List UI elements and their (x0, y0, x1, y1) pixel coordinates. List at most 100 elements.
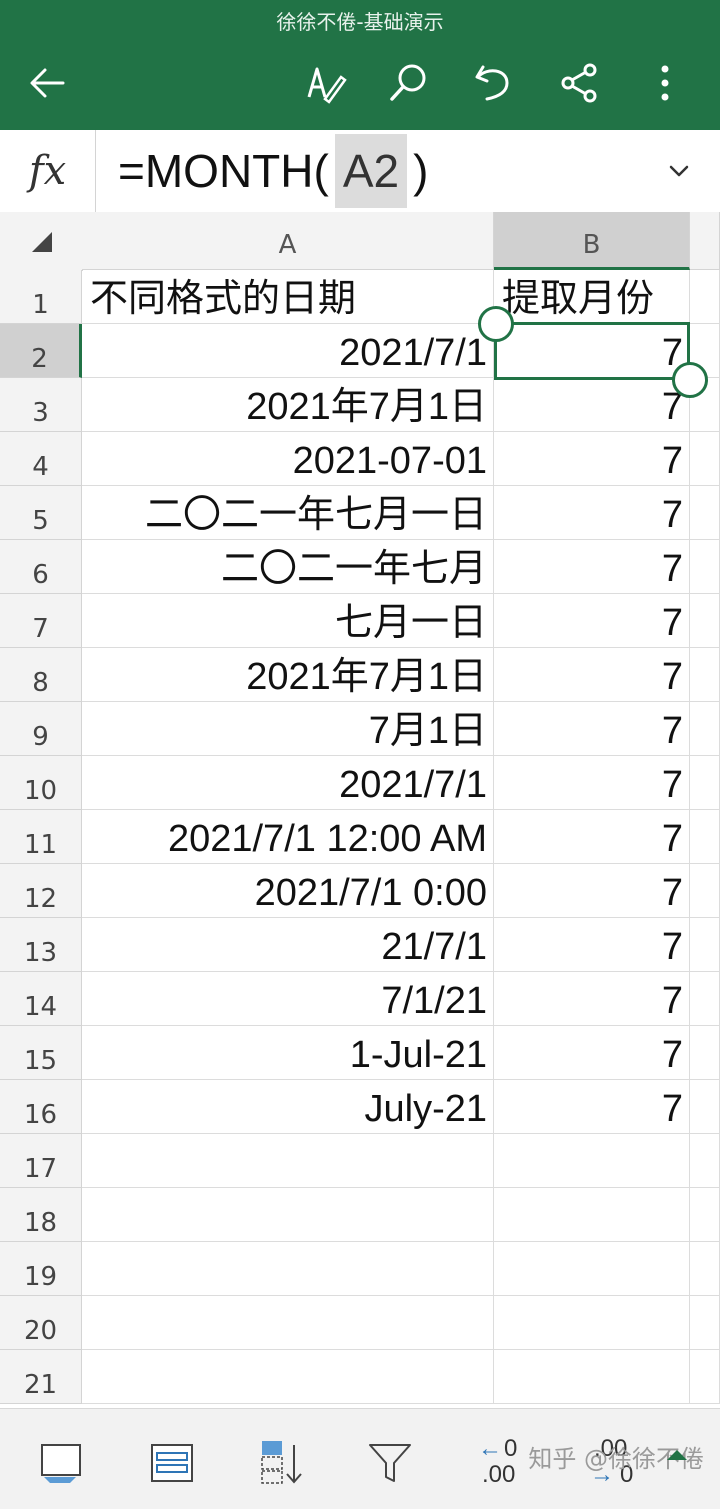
cell-b4[interactable]: 7 (494, 432, 690, 486)
cell-c18[interactable] (690, 1188, 720, 1242)
selection-handle-top-left[interactable] (478, 306, 514, 342)
cell-b6[interactable]: 7 (494, 540, 690, 594)
cell-a11[interactable]: 2021/7/1 12:00 AM (82, 810, 494, 864)
cell-a18[interactable] (82, 1188, 494, 1242)
cell-c20[interactable] (690, 1296, 720, 1350)
row-header-18[interactable]: 18 (0, 1188, 82, 1242)
spreadsheet-grid[interactable]: A B 1 不同格式的日期 提取月份 2 2021/7/1 7 3 2021年7月1日 7 4 20… (0, 212, 720, 1408)
cell-c16[interactable] (690, 1080, 720, 1134)
cell-c17[interactable] (690, 1134, 720, 1188)
formula-input[interactable]: =MONTH( A2 ) (118, 134, 428, 208)
row-header-14[interactable]: 14 (0, 972, 82, 1026)
cell-b1[interactable]: 提取月份 (494, 270, 690, 324)
cell-a10[interactable]: 2021/7/1 (82, 756, 494, 810)
expand-up-icon[interactable] (664, 1447, 690, 1463)
cell-c9[interactable] (690, 702, 720, 756)
cell-a20[interactable] (82, 1296, 494, 1350)
row-header-8[interactable]: 8 (0, 648, 82, 702)
row-header-17[interactable]: 17 (0, 1134, 82, 1188)
share-icon[interactable] (554, 58, 604, 108)
filter-icon[interactable] (362, 1435, 418, 1491)
draw-pen-icon[interactable] (300, 58, 350, 108)
cell-a14[interactable]: 7/1/21 (82, 972, 494, 1026)
row-header-21[interactable]: 21 (0, 1350, 82, 1404)
cell-b11[interactable]: 7 (494, 810, 690, 864)
more-vert-icon[interactable] (640, 58, 690, 108)
cell-b19[interactable] (494, 1242, 690, 1296)
cell-c12[interactable] (690, 864, 720, 918)
cell-a9[interactable]: 7月1日 (82, 702, 494, 756)
cell-b16[interactable]: 7 (494, 1080, 690, 1134)
row-header-20[interactable]: 20 (0, 1296, 82, 1350)
row-header-15[interactable]: 15 (0, 1026, 82, 1080)
row-header-7[interactable]: 7 (0, 594, 82, 648)
cell-b9[interactable]: 7 (494, 702, 690, 756)
cell-c14[interactable] (690, 972, 720, 1026)
cell-c4[interactable] (690, 432, 720, 486)
cell-b13[interactable]: 7 (494, 918, 690, 972)
row-header-9[interactable]: 9 (0, 702, 82, 756)
cell-a4[interactable]: 2021-07-01 (82, 432, 494, 486)
column-header-c[interactable] (690, 212, 720, 270)
cell-a12[interactable]: 2021/7/1 0:00 (82, 864, 494, 918)
cell-c8[interactable] (690, 648, 720, 702)
cell-a21[interactable] (82, 1350, 494, 1404)
cell-c10[interactable] (690, 756, 720, 810)
cell-c19[interactable] (690, 1242, 720, 1296)
back-arrow-icon[interactable] (22, 58, 72, 108)
row-header-16[interactable]: 16 (0, 1080, 82, 1134)
cell-b18[interactable] (494, 1188, 690, 1242)
cell-a16[interactable]: July-21 (82, 1080, 494, 1134)
cell-b14[interactable]: 7 (494, 972, 690, 1026)
row-header-3[interactable]: 3 (0, 378, 82, 432)
select-all-corner[interactable] (0, 212, 83, 271)
cell-a17[interactable] (82, 1134, 494, 1188)
decrease-decimal-icon[interactable]: ← 0 .00 (474, 1435, 534, 1491)
cell-c15[interactable] (690, 1026, 720, 1080)
cell-a1[interactable]: 不同格式的日期 (82, 270, 494, 324)
row-header-11[interactable]: 11 (0, 810, 82, 864)
column-header-b[interactable]: B (494, 212, 690, 270)
cell-a19[interactable] (82, 1242, 494, 1296)
cell-a15[interactable]: 1-Jul-21 (82, 1026, 494, 1080)
cell-b3[interactable]: 7 (494, 378, 690, 432)
row-header-1[interactable]: 1 (0, 270, 82, 324)
row-header-19[interactable]: 19 (0, 1242, 82, 1296)
row-header-2[interactable]: 2 (0, 324, 82, 378)
row-header-13[interactable]: 13 (0, 918, 82, 972)
row-header-4[interactable]: 4 (0, 432, 82, 486)
row-header-5[interactable]: 5 (0, 486, 82, 540)
cell-c6[interactable] (690, 540, 720, 594)
undo-icon[interactable] (468, 58, 518, 108)
cell-b12[interactable]: 7 (494, 864, 690, 918)
cell-b17[interactable] (494, 1134, 690, 1188)
borders-icon[interactable] (34, 1435, 90, 1491)
selected-cell-b2[interactable] (494, 322, 690, 380)
search-icon[interactable] (383, 58, 433, 108)
wrap-text-icon[interactable] (144, 1435, 200, 1491)
cell-b8[interactable]: 7 (494, 648, 690, 702)
cell-c1[interactable] (690, 270, 720, 324)
fx-label[interactable]: fx (0, 130, 96, 212)
cell-b15[interactable]: 7 (494, 1026, 690, 1080)
cell-c11[interactable] (690, 810, 720, 864)
selection-handle-bottom-right[interactable] (672, 362, 708, 398)
cell-a2[interactable]: 2021/7/1 (82, 324, 494, 378)
cell-b20[interactable] (494, 1296, 690, 1350)
cell-a7[interactable]: 七月一日 (82, 594, 494, 648)
chevron-down-icon[interactable] (666, 158, 692, 184)
cell-b10[interactable]: 7 (494, 756, 690, 810)
cell-a3[interactable]: 2021年7月1日 (82, 378, 494, 432)
cell-c13[interactable] (690, 918, 720, 972)
cell-c7[interactable] (690, 594, 720, 648)
column-header-a[interactable]: A (82, 212, 494, 270)
cell-b5[interactable]: 7 (494, 486, 690, 540)
cell-a13[interactable]: 21/7/1 (82, 918, 494, 972)
cell-b21[interactable] (494, 1350, 690, 1404)
cell-c21[interactable] (690, 1350, 720, 1404)
cell-c5[interactable] (690, 486, 720, 540)
cell-b7[interactable]: 7 (494, 594, 690, 648)
row-header-10[interactable]: 10 (0, 756, 82, 810)
cell-a6[interactable]: 二〇二一年七月 (82, 540, 494, 594)
row-header-12[interactable]: 12 (0, 864, 82, 918)
